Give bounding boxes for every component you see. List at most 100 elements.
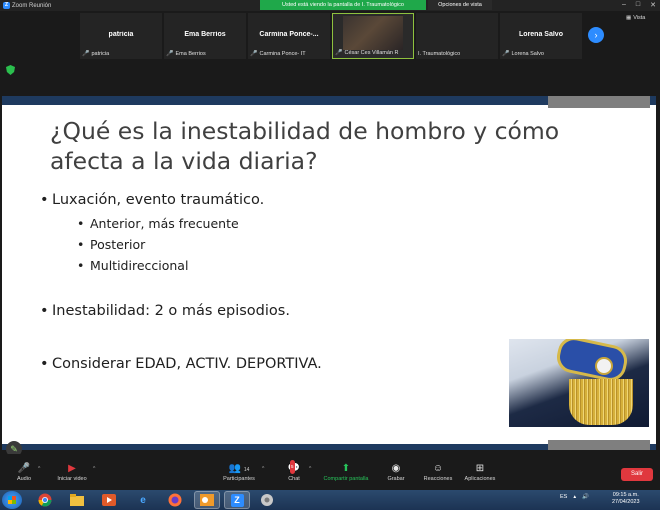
presentation-slide: ¿Qué es la inestabilidad de hombro y cóm…	[2, 96, 656, 450]
slide-title: ¿Qué es la inestabilidad de hombro y cóm…	[50, 117, 560, 175]
view-options-button[interactable]: Opciones de vista	[428, 0, 492, 10]
participant-tile-active-speaker[interactable]: 🎤 César Ces Villamán R	[332, 13, 414, 59]
zoom-logo-icon: Z	[230, 493, 244, 507]
firefox-icon[interactable]	[162, 491, 188, 509]
title-bar: Z Zoom Reunión Usted está viendo la pant…	[0, 0, 660, 11]
minimize-icon[interactable]: –	[622, 1, 626, 9]
security-shield-icon[interactable]	[6, 65, 15, 75]
zoom-window: Z Zoom Reunión Usted está viendo la pant…	[0, 0, 660, 510]
participants-count: 14	[243, 467, 250, 473]
participants-caret-icon[interactable]: ^	[262, 466, 264, 472]
start-video-button[interactable]: ▶ Iniciar video	[52, 462, 92, 482]
people-icon: 👥	[228, 463, 242, 474]
clock-date: 27/04/2023	[612, 499, 640, 505]
video-options-caret-icon[interactable]: ^	[93, 466, 95, 472]
file-explorer-icon[interactable]	[64, 491, 90, 509]
slide-bottom-accent	[548, 440, 650, 450]
zoom-taskbar-icon[interactable]: Z	[224, 491, 250, 509]
clock[interactable]: 09:15 a.m. 27/04/2023	[612, 492, 640, 506]
zoom-logo-icon: Z	[3, 2, 10, 9]
mic-muted-icon: 🎤	[502, 51, 510, 57]
apps-button[interactable]: ⊞ Aplicaciones	[460, 462, 500, 482]
volume-icon[interactable]: 🔊	[582, 494, 589, 500]
bullet-item: Inestabilidad: 2 o más episodios.	[40, 303, 290, 319]
reactions-label: Reacciones	[423, 476, 453, 482]
mic-muted-icon: 🎤	[17, 463, 31, 474]
video-off-icon: ▶	[68, 463, 76, 474]
maximize-icon[interactable]: □	[636, 1, 640, 9]
next-page-arrow-icon[interactable]: ›	[588, 27, 604, 43]
epaulette-image	[509, 339, 649, 427]
apps-label: Aplicaciones	[464, 476, 496, 482]
participant-name: Lorena Salvo	[519, 31, 563, 38]
participants-label: Participantes	[223, 476, 255, 482]
participant-label: Carmina Ponce- IT	[259, 50, 306, 57]
participant-tile[interactable]: Lorena Salvo 🎤 Lorena Salvo	[500, 13, 582, 59]
meeting-controls: 🎤 Audio ^ ▶ Iniciar video ^ 👥 14 Partici…	[0, 454, 660, 490]
share-screen-button[interactable]: ⬆ Compartir pantalla	[318, 462, 374, 482]
outlook-icon[interactable]	[194, 491, 220, 509]
sub-bullet-item: Posterior	[77, 237, 145, 252]
participant-tile[interactable]: I. Traumatológico	[416, 13, 498, 59]
sub-bullet-item: Multidireccional	[77, 258, 188, 273]
internet-explorer-icon[interactable]: e	[130, 491, 156, 509]
participant-label: I. Traumatológico	[418, 51, 461, 57]
video-label: Iniciar video	[57, 476, 87, 482]
mic-muted-icon: 🎤	[82, 51, 90, 57]
chrome-icon[interactable]	[32, 491, 58, 509]
chat-label: Chat	[288, 476, 300, 482]
language-indicator[interactable]: ES	[560, 494, 567, 500]
record-icon: ◉	[391, 463, 401, 474]
participant-tile[interactable]: Carmina Ponce-... 🎤 Carmina Ponce- IT	[248, 13, 330, 59]
participant-name: Ema Berrios	[184, 31, 226, 38]
audio-options-caret-icon[interactable]: ^	[38, 466, 40, 472]
participant-tile[interactable]: Ema Berrios 🎤 Ema Berrios	[164, 13, 246, 59]
window-controls: – □ ✕	[622, 1, 656, 9]
leave-button[interactable]: Salir	[621, 468, 653, 481]
record-label: Grabar	[387, 476, 405, 482]
app-title: Z Zoom Reunión	[3, 2, 51, 9]
system-tray: ES ▴ 🔊	[560, 494, 589, 500]
media-player-icon[interactable]	[96, 491, 122, 509]
participant-label: Lorena Salvo	[511, 50, 544, 57]
window-title: Zoom Reunión	[12, 2, 52, 9]
view-label: Vista	[633, 15, 646, 21]
participants-button[interactable]: 👥 14 Participantes	[216, 462, 262, 482]
record-button[interactable]: ◉ Grabar	[384, 462, 408, 482]
participant-label: César Ces Villamán R	[344, 49, 399, 56]
participant-label: Ema Berrios	[175, 50, 206, 57]
screen-share-banner[interactable]: Usted está viendo la pantalla de I. Trau…	[260, 0, 426, 10]
participant-name: Carmina Ponce-...	[259, 31, 319, 38]
participant-strip: patricia 🎤 patricia Ema Berrios 🎤 Ema Berr…	[0, 11, 660, 96]
windows-taskbar: e Z ES ▴ 🔊 09:15 a.m. 27/04/2023	[0, 490, 660, 510]
grid-icon: ▦	[626, 15, 632, 21]
sub-bullet-item: Anterior, más frecuente	[77, 216, 239, 231]
reactions-icon: ☺	[432, 463, 444, 474]
participant-tile[interactable]: patricia 🎤 patricia	[80, 13, 162, 59]
apps-icon: ⊞	[475, 463, 485, 474]
participant-video	[343, 16, 403, 50]
app-taskbar-icon[interactable]	[254, 491, 280, 509]
mic-muted-icon: 🎤	[166, 51, 174, 57]
reactions-button[interactable]: ☺ Reacciones	[420, 462, 456, 482]
chat-unread-badge: 5	[290, 460, 295, 474]
clock-time: 09:15 a.m.	[612, 492, 639, 498]
view-button[interactable]: ▦ Vista	[626, 15, 645, 21]
mic-muted-icon: 🎤	[335, 50, 343, 56]
shared-screen: ¿Qué es la inestabilidad de hombro y cóm…	[0, 96, 660, 457]
share-label: Compartir pantalla	[323, 476, 369, 482]
bullet-item: Considerar EDAD, ACTIV. DEPORTIVA.	[40, 356, 322, 372]
close-icon[interactable]: ✕	[650, 1, 656, 9]
participant-name: patricia	[108, 31, 134, 38]
audio-button[interactable]: 🎤 Audio	[12, 462, 36, 482]
participant-label: patricia	[91, 50, 110, 57]
bullet-item: Luxación, evento traumático.	[40, 192, 264, 208]
mic-muted-icon: 🎤	[250, 51, 258, 57]
chat-button[interactable]: 💬5 Chat	[282, 460, 306, 482]
share-screen-icon: ⬆	[341, 463, 351, 474]
start-button[interactable]	[2, 491, 22, 509]
tray-arrow-icon[interactable]: ▴	[573, 494, 576, 500]
slide-top-accent	[548, 96, 650, 108]
chat-caret-icon[interactable]: ^	[309, 466, 311, 472]
audio-label: Audio	[16, 476, 32, 482]
